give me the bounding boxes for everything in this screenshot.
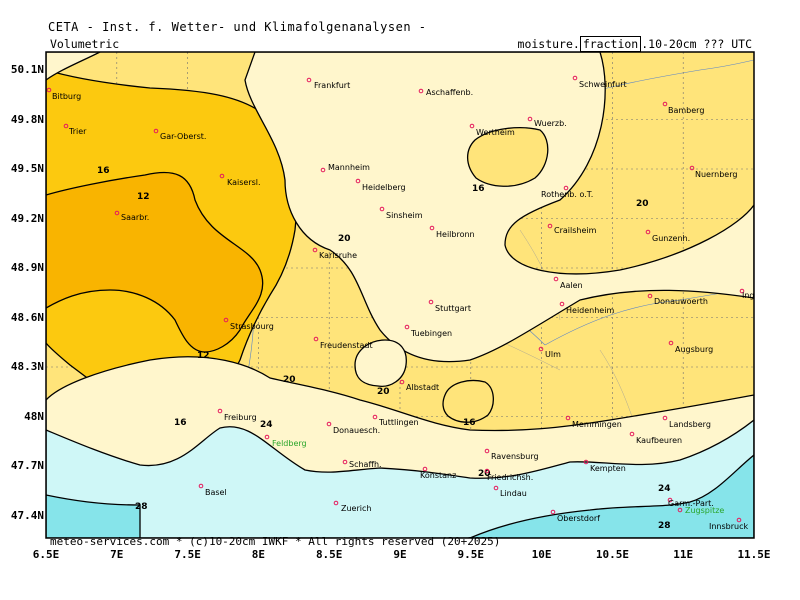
city-label: Trier bbox=[68, 127, 87, 136]
city-label: Memmingen bbox=[572, 420, 622, 429]
city-label: Donauesch. bbox=[333, 426, 380, 435]
city-marker: Ingolstadt bbox=[739, 288, 782, 300]
contour-label: 12 bbox=[137, 192, 150, 202]
lat-tick-label: 49.5N bbox=[10, 162, 44, 175]
city-label: Strasbourg bbox=[230, 322, 274, 331]
city-label: Mannheim bbox=[328, 163, 370, 172]
city-label: Karlsruhe bbox=[319, 251, 357, 260]
city-label: Zugspitze bbox=[685, 506, 724, 515]
city-label: Crailsheim bbox=[554, 226, 597, 235]
city-label: Donauwoerth bbox=[654, 297, 708, 306]
city-marker: Saarbr. bbox=[114, 210, 149, 222]
contour-16-south bbox=[442, 379, 494, 423]
city-label: Ulm bbox=[545, 350, 561, 359]
city-label: Wuerzb. bbox=[534, 119, 567, 128]
city-label: Basel bbox=[205, 488, 227, 497]
city-label: Lindau bbox=[500, 489, 527, 498]
city-label: Bamberg bbox=[668, 106, 704, 115]
city-marker: Aschaffenb. bbox=[418, 88, 473, 97]
city-label: Innsbruck bbox=[709, 522, 749, 531]
lon-tick-label: 10.5E bbox=[595, 548, 629, 561]
city-label: Tuttlingen bbox=[378, 418, 419, 427]
contour-label: 16 bbox=[463, 418, 476, 428]
lon-tick-label: 8.5E bbox=[315, 548, 343, 561]
contour-label: 16 bbox=[174, 418, 187, 428]
contour-label: 24 bbox=[658, 484, 671, 494]
city-label: Ravensburg bbox=[491, 452, 539, 461]
lat-tick-label: 49.8N bbox=[10, 112, 44, 126]
lat-tick-label: 47.4N bbox=[10, 508, 44, 522]
city-label: Augsburg bbox=[675, 345, 713, 354]
lon-tick-label: 6.5E bbox=[32, 548, 60, 561]
city-label: Sinsheim bbox=[386, 211, 423, 220]
city-label: Schaffh. bbox=[349, 460, 382, 469]
city-label: Albstadt bbox=[406, 383, 439, 392]
city-label: Bitburg bbox=[52, 92, 81, 101]
city-label: Stuttgart bbox=[435, 304, 471, 313]
city-marker: Zugspitze bbox=[677, 506, 724, 515]
city-label: Landsberg bbox=[669, 420, 711, 429]
contour-label: 28 bbox=[135, 502, 148, 512]
lat-tick-label: 47.7N bbox=[10, 459, 44, 472]
city-label: Heidelberg bbox=[362, 183, 406, 192]
city-marker: Schaffh. bbox=[342, 459, 382, 469]
lat-tick-label: 49.2N bbox=[10, 211, 44, 225]
city-label: Wertheim bbox=[476, 128, 515, 137]
city-marker: Mannheim bbox=[320, 163, 370, 173]
city-label: Schweinfurt bbox=[579, 80, 627, 89]
city-label: Frankfurt bbox=[314, 81, 350, 90]
city-label: Kaisersl. bbox=[227, 178, 261, 187]
lon-tick-label: 9.5E bbox=[457, 548, 485, 561]
city-label: Heilbronn bbox=[436, 230, 475, 239]
city-label: Kaufbeuren bbox=[636, 436, 682, 445]
city-label: Aschaffenb. bbox=[426, 88, 473, 97]
city-label: Oberstdorf bbox=[557, 514, 600, 523]
lon-tick-label: 9E bbox=[393, 548, 407, 561]
city-label: Zuerich bbox=[341, 504, 371, 513]
contour-label: 20 bbox=[377, 387, 390, 397]
city-label: Freiburg bbox=[224, 413, 257, 422]
lat-tick-label: 48.3N bbox=[10, 360, 44, 373]
copyright-footer: meteo-services.com * (c)10-20cm IWKF * A… bbox=[50, 535, 501, 548]
city-label: Feldberg bbox=[272, 439, 307, 448]
lat-tick-label: 48.6N bbox=[10, 310, 44, 324]
city-label: Heidenheim bbox=[566, 306, 614, 315]
soil-moisture-map: 16 12 20 16 20 12 20 16 20 16 24 24 28 2… bbox=[45, 51, 782, 539]
contour-label: 16 bbox=[97, 166, 110, 176]
city-label: Gunzenh. bbox=[652, 234, 690, 243]
city-label: Gar-Oberst. bbox=[160, 132, 206, 141]
contour-label: 28 bbox=[658, 521, 671, 531]
city-label: Nuernberg bbox=[695, 170, 737, 179]
city-marker: Wuerzb. bbox=[527, 116, 567, 128]
contour-label: 12 bbox=[197, 351, 210, 361]
contour-label: 20 bbox=[283, 375, 296, 385]
lon-tick-label: 10E bbox=[531, 548, 552, 561]
city-label: Saarbr. bbox=[121, 213, 149, 222]
lat-tick-label: 50.1N bbox=[10, 63, 44, 76]
lon-tick-label: 7.5E bbox=[174, 548, 201, 561]
city-label: Tuebingen bbox=[410, 329, 452, 338]
lon-tick-label: 7E bbox=[110, 548, 124, 561]
city-label: Friedrichsh. bbox=[487, 473, 533, 482]
lon-tick-label: 11.5E bbox=[737, 548, 771, 561]
city-label: Konstanz bbox=[420, 471, 456, 480]
lat-tick-label: 48N bbox=[24, 409, 44, 423]
lat-tick-label: 48.9N bbox=[10, 261, 44, 274]
city-label: Kempten bbox=[590, 464, 626, 473]
city-label: Freudenstadt bbox=[320, 341, 373, 350]
contour-label: 20 bbox=[338, 234, 351, 244]
city-label: Rothenb. o.T. bbox=[541, 190, 593, 199]
city-marker: Crailsheim bbox=[547, 223, 597, 235]
city-label: Aalen bbox=[560, 281, 583, 290]
contour-label: 24 bbox=[260, 420, 273, 430]
city-label: Ingolstadt bbox=[742, 291, 782, 300]
contour-label: 16 bbox=[472, 184, 485, 194]
contour-label: 20 bbox=[636, 199, 649, 209]
lon-tick-label: 11E bbox=[673, 548, 694, 561]
map-plot-area: 16 12 20 16 20 12 20 16 20 16 24 24 28 2… bbox=[46, 52, 782, 538]
lon-tick-label: 8E bbox=[251, 548, 266, 561]
